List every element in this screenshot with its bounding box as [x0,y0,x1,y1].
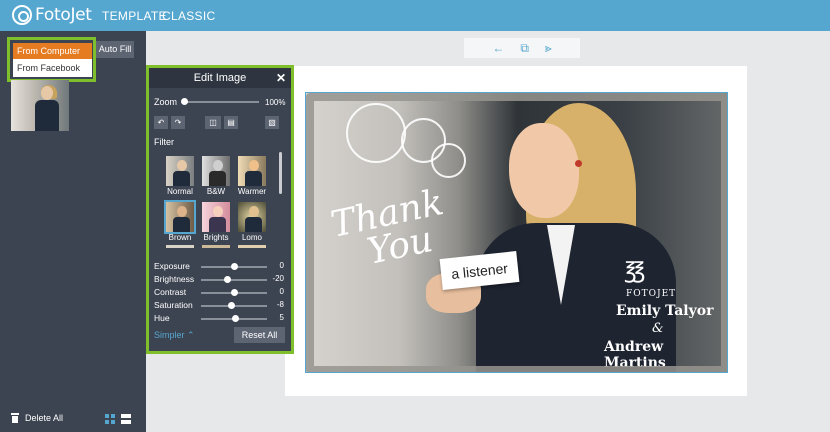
filter-normal[interactable] [166,156,194,186]
undo-arrow-icon[interactable]: ← [492,41,504,55]
flip-vertical-icon[interactable]: ▤ [224,116,238,129]
contrast-label: Contrast [154,287,187,297]
trash-icon[interactable]: ▧ [265,116,279,129]
saturation-label: Saturation [154,300,193,310]
auto-fill-button[interactable]: Auto Fill [96,41,134,58]
open-external-icon[interactable]: ⧉ [520,41,529,56]
reset-all-button[interactable]: Reset All [234,327,285,343]
share-icon[interactable]: ⪢ [545,41,552,56]
saturation-slider-knob[interactable] [228,302,236,309]
rotate-right-icon[interactable]: ↷ [171,116,185,129]
edit-image-header: Edit Image ✕ [149,68,291,88]
tab-template[interactable]: TEMPLATE [102,9,167,23]
top-bar: FotoJet TEMPLATE CLASSIC [0,0,830,31]
filter-lomo-label: Lomo [241,233,262,242]
filter-label: Filter [154,137,174,147]
edit-image-title: Edit Image [193,72,247,84]
logo-text: FotoJet [35,5,92,25]
hue-slider-knob[interactable] [232,315,240,322]
rotate-left-icon[interactable]: ↶ [154,116,168,129]
list-view-icon[interactable] [121,414,131,424]
filter-normal-label: Normal [167,187,193,196]
fotojet-logo[interactable]: FotoJet [12,5,92,25]
brightness-label: Brightness [154,274,195,284]
lace-border [306,93,727,372]
saturation-value: -8 [276,300,284,309]
brightness-slider-knob[interactable] [224,276,232,283]
tab-classic[interactable]: CLASSIC [162,9,215,23]
filter-brights-label: Brights [203,233,229,242]
filter-brights[interactable] [202,202,230,232]
filter-warmer[interactable] [238,156,266,186]
filter-grid: Normal B&W Warmer Brown Brights Lomo [161,151,279,248]
zoom-value: 100% [265,98,286,107]
grid-view-icon[interactable] [105,414,115,424]
simpler-toggle[interactable]: Simpler ⌃ [154,330,195,341]
flip-horizontal-icon[interactable]: ◫ [205,116,221,129]
zoom-slider-knob[interactable] [181,98,188,105]
filter-brown[interactable] [164,200,196,234]
logo-icon [12,5,32,25]
photo-thumbnail[interactable] [11,80,69,131]
filter-lomo[interactable] [238,202,266,232]
zoom-slider[interactable] [183,101,259,103]
hue-value: 5 [279,313,284,322]
filter-bw[interactable] [202,156,230,186]
brightness-slider[interactable] [201,279,267,281]
zoom-label: Zoom [154,97,178,107]
brightness-value: -20 [272,274,284,283]
exposure-value: 0 [279,261,284,270]
contrast-slider-knob[interactable] [231,289,238,296]
delete-all-label: Delete All [25,413,64,423]
filter-warmer-label: Warmer [237,187,267,196]
filter-bw-label: B&W [206,187,226,196]
exposure-slider-knob[interactable] [231,263,238,270]
photo-frame[interactable]: a listener Thank You ℥℥ FOTOJET Emily Ta… [305,92,728,373]
chevron-up-icon: ⌃ [187,330,195,340]
edit-image-panel: Edit Image ✕ Zoom 100% ↶ ↷ ◫ ▤ ▧ Filter … [149,68,291,351]
exposure-label: Exposure [154,261,190,271]
contrast-value: 0 [279,287,284,296]
filter-brown-label: Brown [168,233,192,242]
canvas-toolbar: ← ⧉ ⪢ [464,38,580,58]
close-icon[interactable]: ✕ [276,71,286,85]
filter-scrollbar[interactable] [279,152,282,194]
highlight-outline [7,37,96,82]
hue-label: Hue [154,313,170,323]
delete-all-button[interactable]: Delete All [11,413,63,423]
trash-icon [11,413,19,423]
